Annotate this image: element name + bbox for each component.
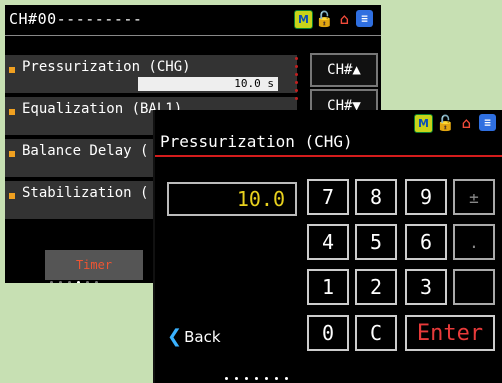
- key-7[interactable]: 7: [307, 179, 349, 215]
- lock-icon[interactable]: 🔓: [315, 10, 334, 28]
- key-clear[interactable]: C: [355, 315, 397, 351]
- item-value: 10.0 s: [138, 77, 278, 91]
- key-9[interactable]: 9: [405, 179, 447, 215]
- document-icon[interactable]: ≡: [356, 10, 373, 27]
- m-icon: M: [414, 114, 433, 133]
- dialog-title: Pressurization (CHG): [160, 132, 353, 151]
- key-0[interactable]: 0: [307, 315, 349, 351]
- key-2[interactable]: 2: [355, 269, 397, 305]
- key-6[interactable]: 6: [405, 224, 447, 260]
- timer-button[interactable]: Timer: [45, 250, 143, 280]
- back-label: Back: [184, 328, 221, 346]
- document-icon: ≡: [479, 114, 496, 131]
- header-divider: [5, 35, 381, 36]
- chevron-left-icon: ❮: [167, 326, 183, 347]
- page-indicator: [50, 281, 130, 283]
- back-button[interactable]: ❮ Back: [167, 326, 221, 347]
- lock-icon: 🔓: [436, 113, 455, 132]
- bullet-icon: [9, 67, 15, 73]
- key-blank: [453, 269, 495, 305]
- m-icon[interactable]: M: [294, 10, 313, 29]
- dialog-header-icons: M 🔓 ⌂ ≡: [414, 114, 496, 133]
- header-icons: M 🔓 ⌂ ≡: [294, 10, 373, 29]
- key-8[interactable]: 8: [355, 179, 397, 215]
- bullet-icon: [9, 193, 15, 199]
- dialog-footer: [155, 374, 502, 383]
- channel-title: CH#00---------: [9, 10, 143, 28]
- bullet-icon: [9, 109, 15, 115]
- home-icon[interactable]: ⌂: [336, 10, 353, 28]
- key-5[interactable]: 5: [355, 224, 397, 260]
- bullet-icon: [9, 151, 15, 157]
- value-display[interactable]: 10.0: [167, 182, 297, 216]
- ch-up-button[interactable]: CH#▲: [310, 53, 378, 87]
- item-label: Pressurization (CHG): [22, 59, 191, 75]
- key-3[interactable]: 3: [405, 269, 447, 305]
- item-label: Stabilization (: [22, 185, 149, 201]
- home-icon: ⌂: [461, 113, 472, 132]
- key-1[interactable]: 1: [307, 269, 349, 305]
- scroll-indicator: [295, 57, 299, 105]
- list-item-pressurization[interactable]: Pressurization (CHG) 10.0 s: [5, 55, 297, 93]
- numeric-input-dialog: M 🔓 ⌂ ≡ Pressurization (CHG) 10.0 7 8 9 …: [153, 110, 502, 383]
- dialog-title-divider: [155, 155, 502, 157]
- enter-button[interactable]: Enter: [405, 315, 495, 351]
- key-plus-minus[interactable]: ±: [453, 179, 495, 215]
- key-4[interactable]: 4: [307, 224, 349, 260]
- header: CH#00--------- M 🔓 ⌂ ≡: [5, 5, 381, 33]
- item-label: Balance Delay (: [22, 143, 149, 159]
- key-decimal[interactable]: .: [453, 224, 495, 260]
